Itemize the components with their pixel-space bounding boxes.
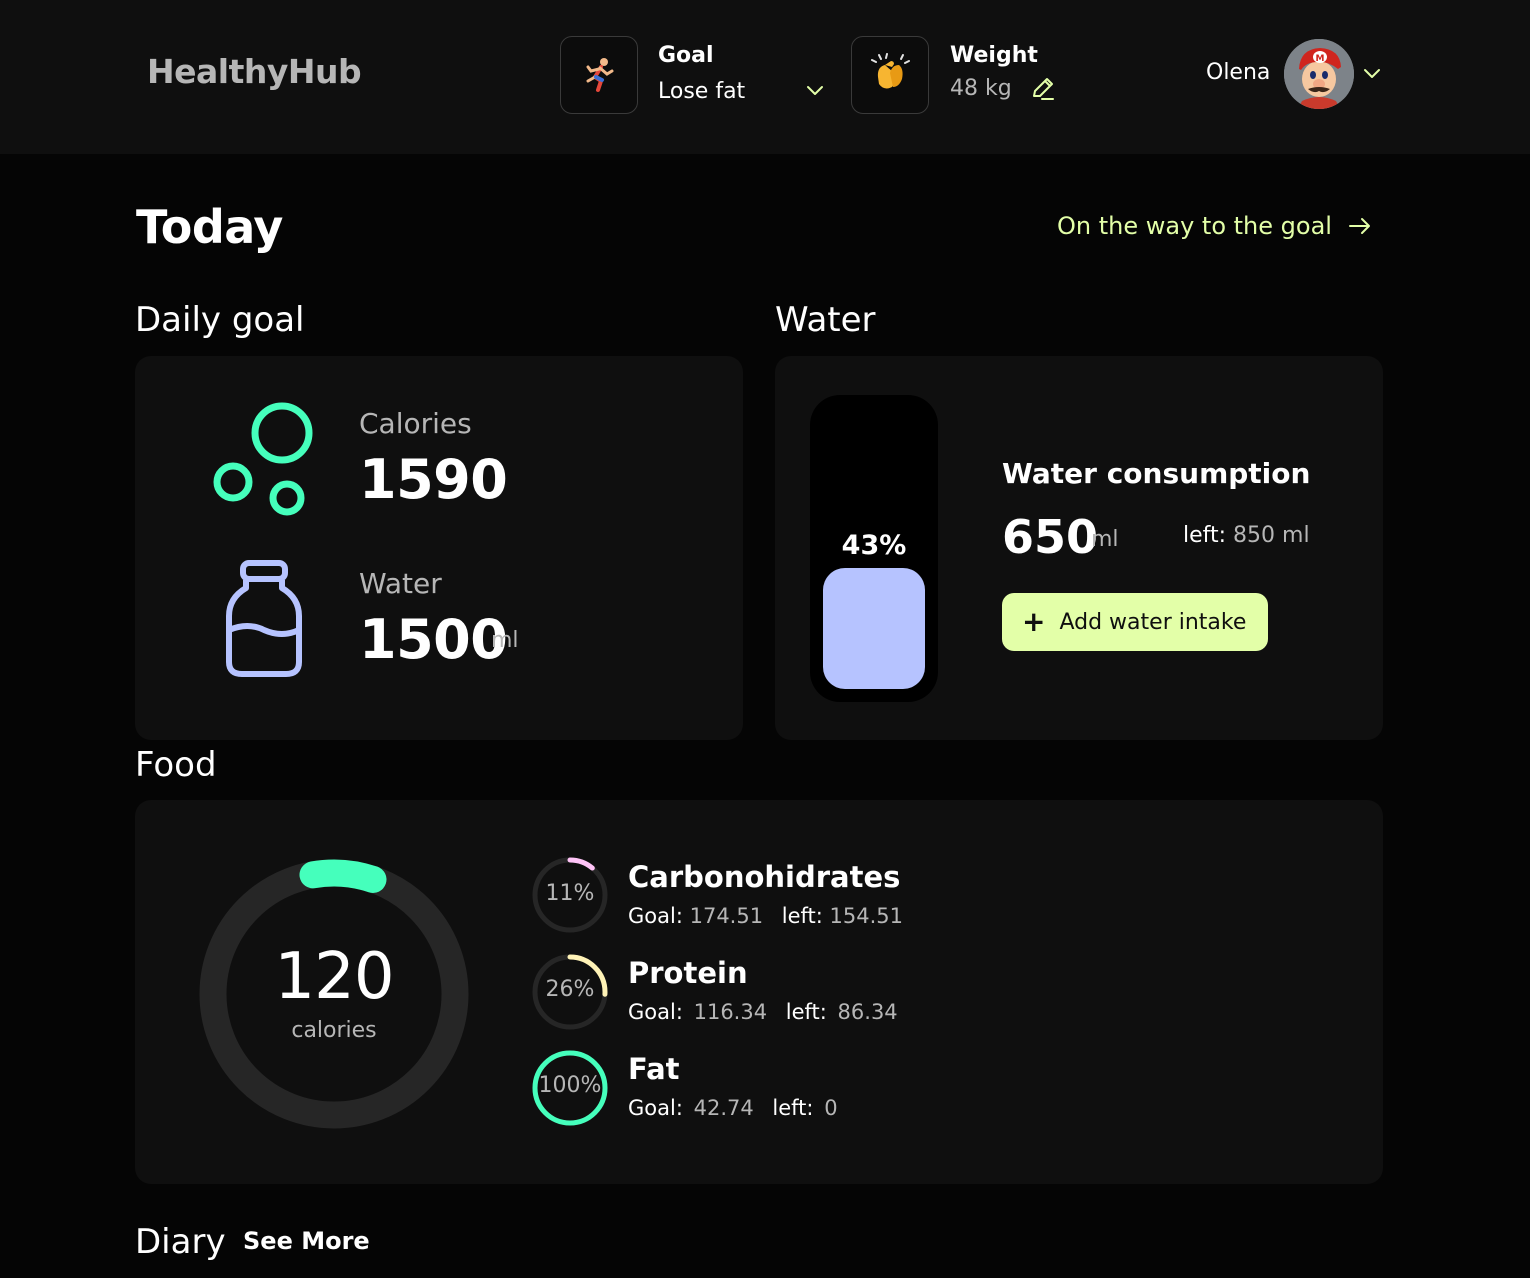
add-water-intake-label: Add water intake	[1059, 609, 1247, 635]
fat-left-label: left:	[772, 1096, 814, 1120]
svg-text:M: M	[1316, 54, 1325, 64]
water-consumption-value: 650	[1002, 510, 1099, 564]
water-goal-unit: ml	[491, 628, 519, 653]
goal-label: Goal	[658, 43, 714, 68]
water-left: left: 850 ml	[1183, 523, 1310, 548]
carbs-goal-label: Goal:	[628, 904, 683, 928]
carbs-name: Carbonohidrates	[628, 860, 901, 894]
top-header: HealthyHub Goal Lose fat Weight 48 kg Ol…	[0, 0, 1530, 154]
water-percent-label: 43%	[841, 530, 907, 561]
goal-icon-button[interactable]	[560, 36, 638, 114]
water-consumption-unit: ml	[1091, 527, 1119, 552]
goal-chevron-down-icon[interactable]	[805, 84, 825, 98]
carbs-left-value: 154.51	[829, 904, 904, 928]
protein-left-label: left:	[785, 1000, 827, 1024]
app-logo[interactable]: HealthyHub	[147, 52, 362, 91]
water-left-label: left:	[1183, 523, 1227, 548]
add-water-intake-button[interactable]: + Add water intake	[1002, 593, 1268, 651]
water-level-tank: 43%	[810, 395, 938, 702]
weight-value: 48 kg	[950, 76, 1012, 101]
food-title: Food	[135, 745, 217, 785]
fat-goal-label: Goal:	[628, 1096, 683, 1120]
protein-percent: 26%	[545, 977, 595, 1002]
goal-progress-link[interactable]: On the way to the goal	[1057, 212, 1372, 240]
weight-icon-button[interactable]	[851, 36, 929, 114]
water-consumption-title: Water consumption	[1002, 457, 1311, 490]
edit-pencil-icon[interactable]	[1030, 76, 1056, 102]
carbs-goal-value: 174.51	[689, 904, 764, 928]
carbs-percent: 11%	[545, 881, 595, 906]
arrow-right-icon	[1348, 218, 1370, 234]
plus-icon: +	[1022, 605, 1046, 638]
user-avatar[interactable]: M	[1284, 39, 1354, 109]
protein-goal-label: Goal:	[628, 1000, 683, 1024]
see-more-link[interactable]: See More	[243, 1227, 370, 1255]
calories-bubbles-icon	[213, 402, 313, 516]
calories-value: 1590	[359, 448, 508, 511]
diary-title: Diary	[135, 1222, 226, 1262]
fat-name: Fat	[628, 1052, 680, 1086]
calories-label: Calories	[359, 407, 472, 440]
protein-name: Protein	[628, 956, 748, 990]
protein-left-value: 86.34	[837, 1000, 898, 1024]
user-name[interactable]: Olena	[1206, 60, 1270, 85]
user-chevron-down-icon[interactable]	[1362, 67, 1382, 81]
fat-percent: 100%	[538, 1073, 602, 1098]
protein-stats: Goal: 116.34 left: 86.34	[628, 1000, 898, 1024]
fat-goal-value: 42.74	[693, 1096, 754, 1120]
water-bottle-icon	[226, 560, 302, 677]
avatar-image: M	[1284, 39, 1354, 109]
water-left-value: 850 ml	[1233, 523, 1310, 548]
fat-left-value: 0	[824, 1096, 838, 1120]
fat-stats: Goal: 42.74 left: 0	[628, 1096, 838, 1120]
goal-value[interactable]: Lose fat	[658, 79, 745, 104]
carbs-left-label: left:	[781, 904, 823, 928]
weight-label: Weight	[950, 43, 1038, 68]
page-title: Today	[136, 200, 283, 254]
water-title: Water	[775, 300, 876, 340]
running-person-icon	[586, 58, 614, 92]
water-level-fill	[823, 568, 925, 689]
goal-progress-link-label: On the way to the goal	[1057, 212, 1332, 240]
food-calories-label: calories	[291, 1018, 377, 1043]
carbs-stats: Goal: 174.51 left: 154.51	[628, 904, 903, 928]
water-goal-value: 1500	[359, 608, 508, 671]
daily-goal-title: Daily goal	[135, 300, 305, 340]
protein-goal-value: 116.34	[693, 1000, 768, 1024]
water-goal-label: Water	[359, 567, 442, 600]
food-calories-value: 120	[274, 940, 394, 1014]
clapping-hands-icon	[871, 53, 910, 89]
